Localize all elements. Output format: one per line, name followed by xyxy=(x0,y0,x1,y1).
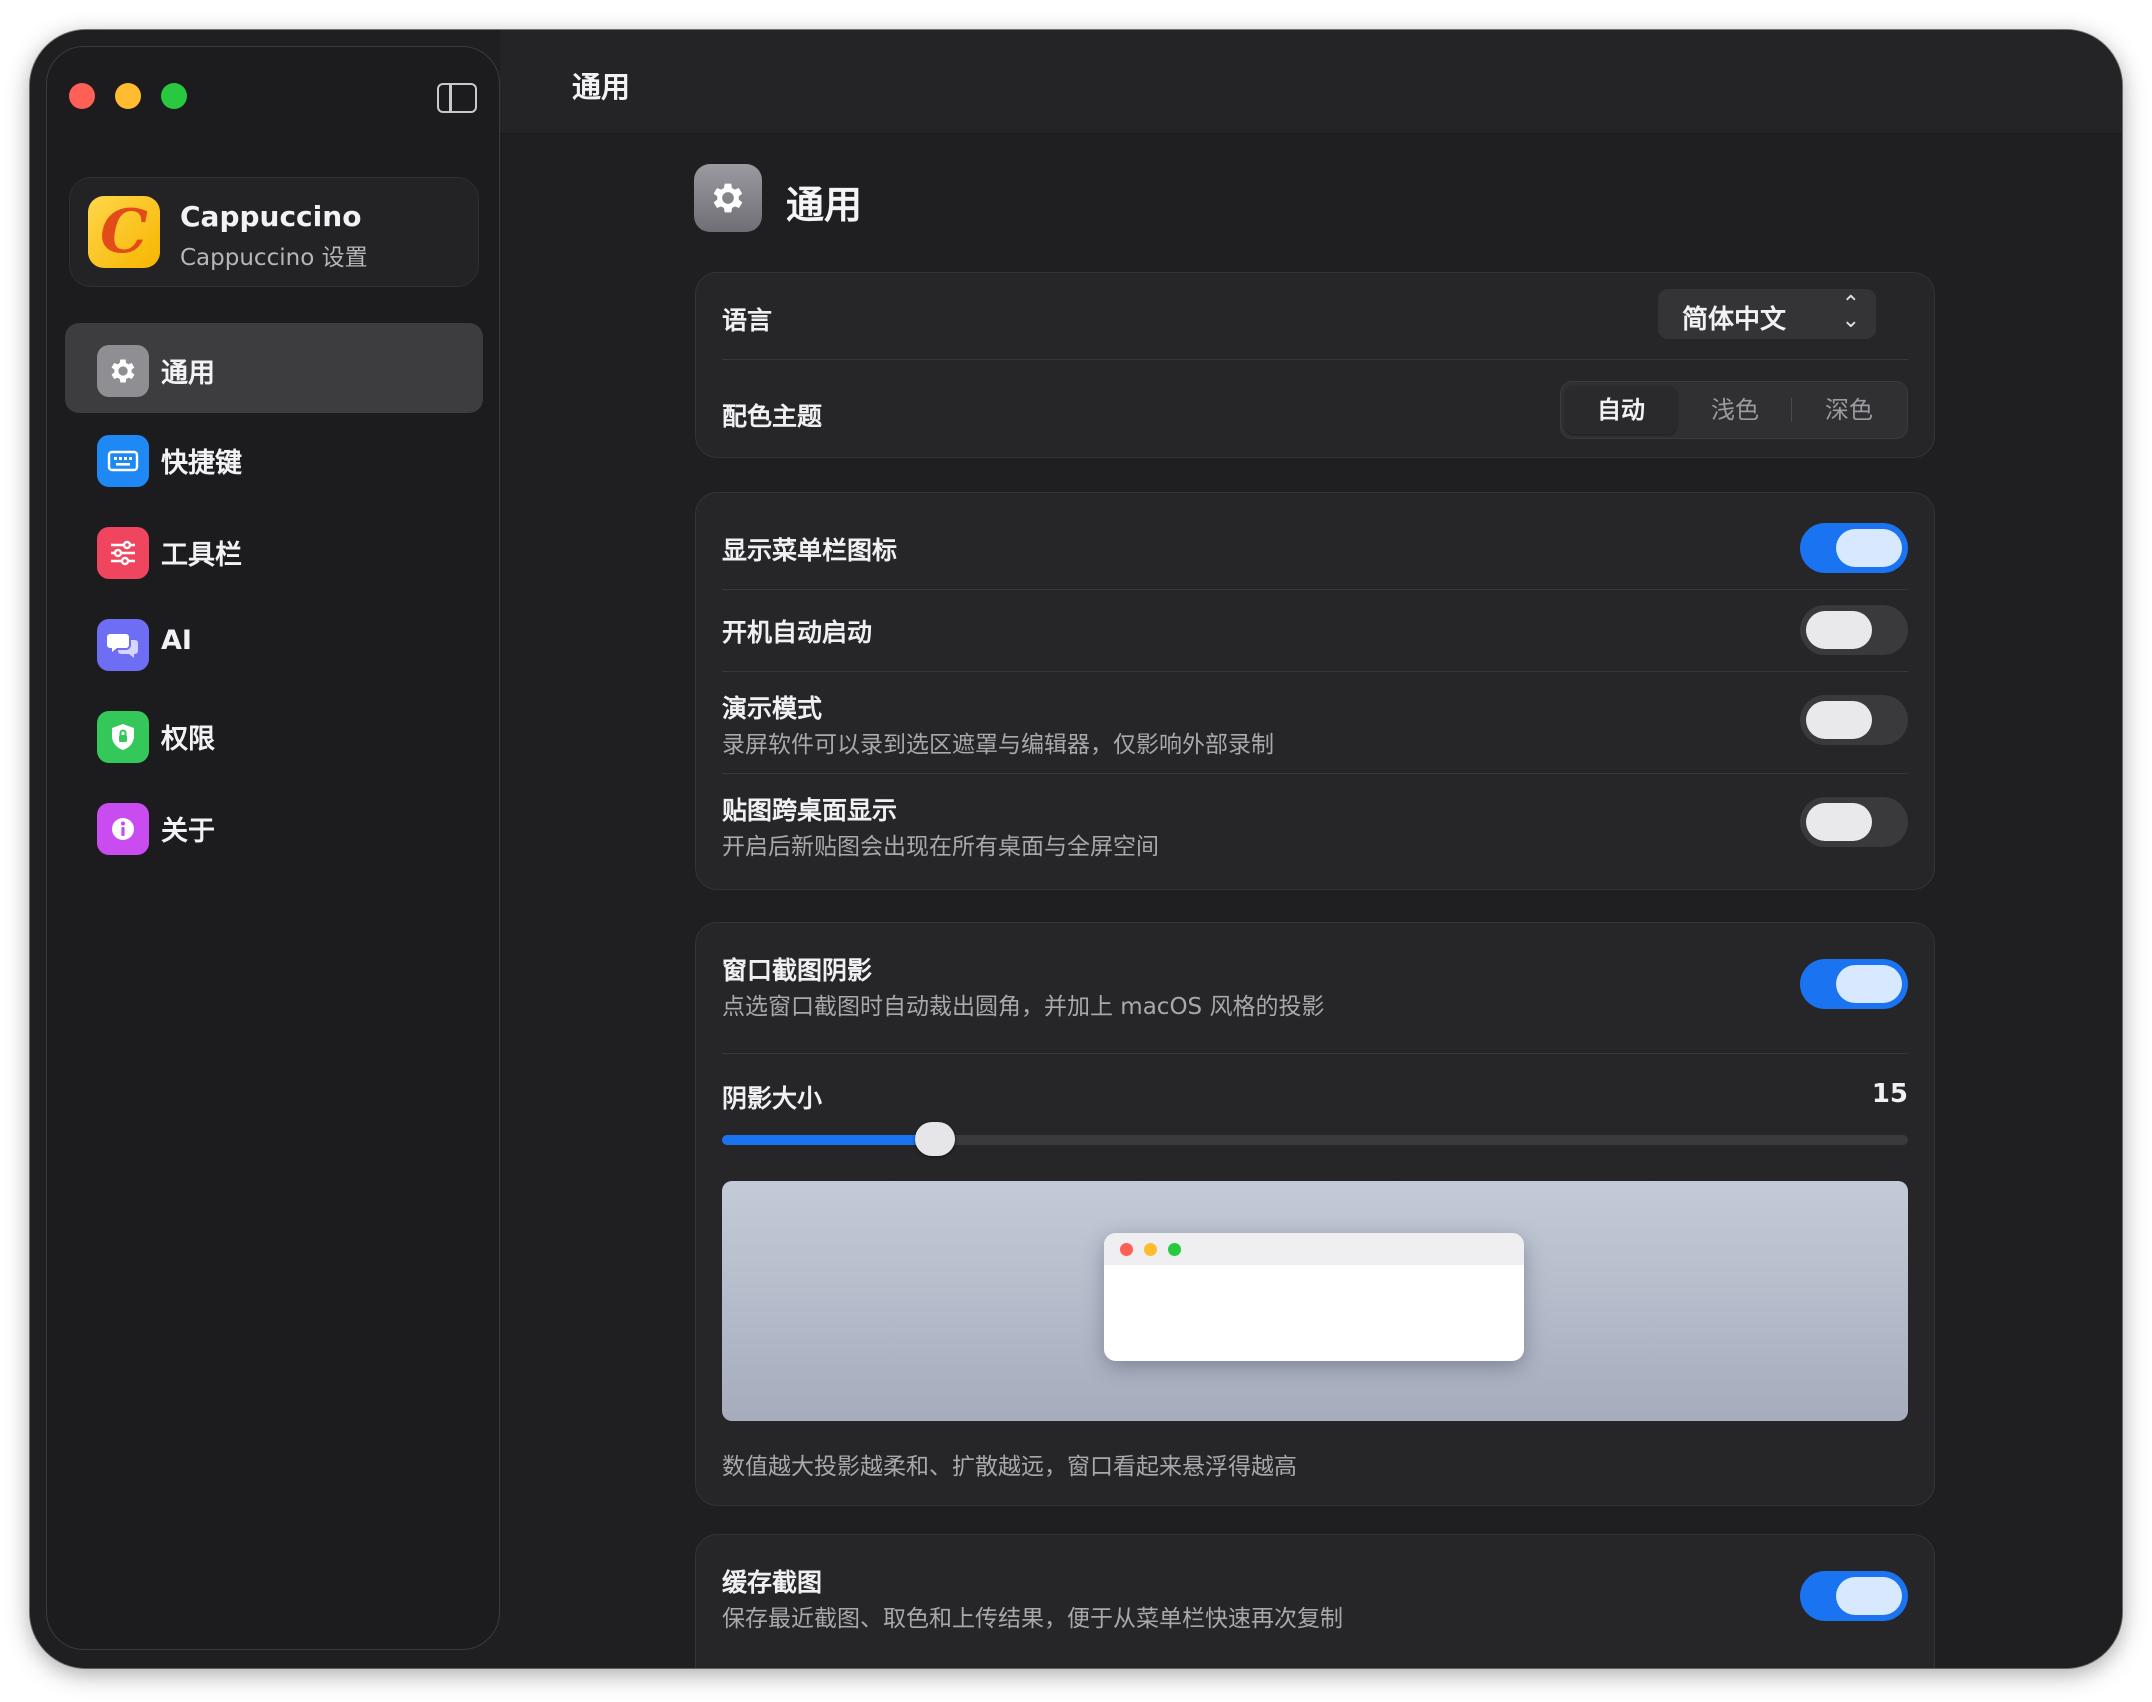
gear-icon xyxy=(97,345,149,397)
divider xyxy=(722,1053,1908,1054)
general-toggles-card: 显示菜单栏图标 开机自动启动 演示模式 录屏软件可以录到选区遮罩与编辑器，仅影响… xyxy=(695,492,1935,890)
preview-minimize-dot xyxy=(1144,1243,1157,1256)
theme-option-light[interactable]: 浅色 xyxy=(1679,386,1791,434)
divider xyxy=(722,671,1908,672)
settings-window: 通用 C Cappuccino Cappuccino 设置 通用 快捷键 工具栏… xyxy=(30,30,2122,1668)
presentation-mode-desc: 录屏软件可以录到选区遮罩与编辑器，仅影响外部录制 xyxy=(722,732,1274,758)
sidebar-item-label: AI xyxy=(161,625,192,656)
menubar-icon-toggle[interactable] xyxy=(1800,523,1908,573)
sidebar-item-label: 通用 xyxy=(161,358,215,389)
sidebar-item-label: 快捷键 xyxy=(161,448,242,479)
presentation-mode-toggle[interactable] xyxy=(1800,695,1908,745)
sidebar-item-label: 权限 xyxy=(161,724,215,755)
preview-window xyxy=(1104,1233,1524,1361)
sidebar-item-general[interactable]: 通用 xyxy=(65,323,483,413)
window-shadow-label: 窗口截图阴影 xyxy=(722,956,873,985)
sidebar-item-about[interactable]: 关于 xyxy=(65,781,483,871)
sidebar-item-label: 关于 xyxy=(161,816,215,847)
sidebar-item-label: 工具栏 xyxy=(161,540,242,571)
theme-label: 配色主题 xyxy=(722,402,823,431)
sidebar-item-ai[interactable]: AI xyxy=(65,597,483,687)
app-name: Cappuccino xyxy=(180,200,362,233)
sliders-icon xyxy=(97,527,149,579)
window-title: 通用 xyxy=(572,70,631,104)
theme-option-auto[interactable]: 自动 xyxy=(1565,386,1677,434)
shadow-preview xyxy=(722,1181,1908,1421)
window-shadow-card: 窗口截图阴影 点选窗口截图时自动裁出圆角，并加上 macOS 风格的投影 阴影大… xyxy=(695,922,1935,1506)
language-select[interactable]: 简体中文 ⌃ ⌄ xyxy=(1658,289,1876,339)
chevron-up-down-icon: ⌃ ⌄ xyxy=(1841,292,1860,333)
sidebar: C Cappuccino Cappuccino 设置 通用 快捷键 工具栏 AI… xyxy=(46,46,500,1650)
preview-window-titlebar xyxy=(1104,1233,1524,1265)
app-subtitle: Cappuccino 设置 xyxy=(180,245,368,271)
cache-desc: 保存最近截图、取色和上传结果，便于从菜单栏快速再次复制 xyxy=(722,1606,1343,1632)
launch-at-login-toggle[interactable] xyxy=(1800,605,1908,655)
shadow-size-value: 15 xyxy=(1871,1079,1908,1109)
launch-at-login-label: 开机自动启动 xyxy=(722,618,873,647)
sidebar-item-toolbar[interactable]: 工具栏 xyxy=(65,505,483,595)
app-logo-icon: C xyxy=(88,196,160,268)
menubar-icon-label: 显示菜单栏图标 xyxy=(722,536,898,565)
lock-shield-icon xyxy=(97,711,149,763)
cache-card: 缓存截图 保存最近截图、取色和上传结果，便于从菜单栏快速再次复制 xyxy=(695,1534,1935,1668)
sidebar-item-shortcuts[interactable]: 快捷键 xyxy=(65,413,483,503)
divider xyxy=(722,773,1908,774)
pin-all-spaces-toggle[interactable] xyxy=(1800,797,1908,847)
segment-separator xyxy=(1791,398,1792,422)
language-label: 语言 xyxy=(722,306,773,335)
app-info-card: C Cappuccino Cappuccino 设置 xyxy=(69,177,479,287)
window-shadow-toggle[interactable] xyxy=(1800,959,1908,1009)
divider xyxy=(722,589,1908,590)
info-icon xyxy=(97,803,149,855)
slider-thumb[interactable] xyxy=(915,1122,956,1156)
shadow-size-hint: 数值越大投影越柔和、扩散越远，窗口看起来悬浮得越高 xyxy=(722,1454,1297,1480)
sidebar-toggle-icon[interactable] xyxy=(437,83,477,113)
close-window-button[interactable] xyxy=(69,83,95,109)
shadow-size-slider[interactable] xyxy=(722,1122,1908,1156)
zoom-window-button[interactable] xyxy=(161,83,187,109)
keyboard-icon xyxy=(97,435,149,487)
cache-toggle[interactable] xyxy=(1800,1571,1908,1621)
theme-option-dark[interactable]: 深色 xyxy=(1793,386,1905,434)
page-title: 通用 xyxy=(786,183,863,227)
divider xyxy=(722,359,1908,360)
language-theme-card: 语言 简体中文 ⌃ ⌄ 配色主题 自动 浅色 深色 xyxy=(695,272,1935,458)
minimize-window-button[interactable] xyxy=(115,83,141,109)
pin-all-spaces-label: 贴图跨桌面显示 xyxy=(722,796,898,825)
presentation-mode-label: 演示模式 xyxy=(722,694,823,723)
gear-icon xyxy=(694,164,762,232)
title-bar: 通用 xyxy=(500,30,2122,134)
preview-close-dot xyxy=(1120,1243,1133,1256)
theme-segmented-control: 自动 浅色 深色 xyxy=(1560,381,1908,439)
window-shadow-desc: 点选窗口截图时自动裁出圆角，并加上 macOS 风格的投影 xyxy=(722,994,1325,1020)
pin-all-spaces-desc: 开启后新贴图会出现在所有桌面与全屏空间 xyxy=(722,834,1159,860)
cache-label: 缓存截图 xyxy=(722,1568,823,1597)
sidebar-item-permissions[interactable]: 权限 xyxy=(65,689,483,779)
chat-bubbles-icon xyxy=(97,619,149,671)
preview-zoom-dot xyxy=(1168,1243,1181,1256)
slider-fill xyxy=(722,1135,936,1145)
shadow-size-label: 阴影大小 xyxy=(722,1084,823,1113)
language-value: 简体中文 xyxy=(1682,305,1787,335)
